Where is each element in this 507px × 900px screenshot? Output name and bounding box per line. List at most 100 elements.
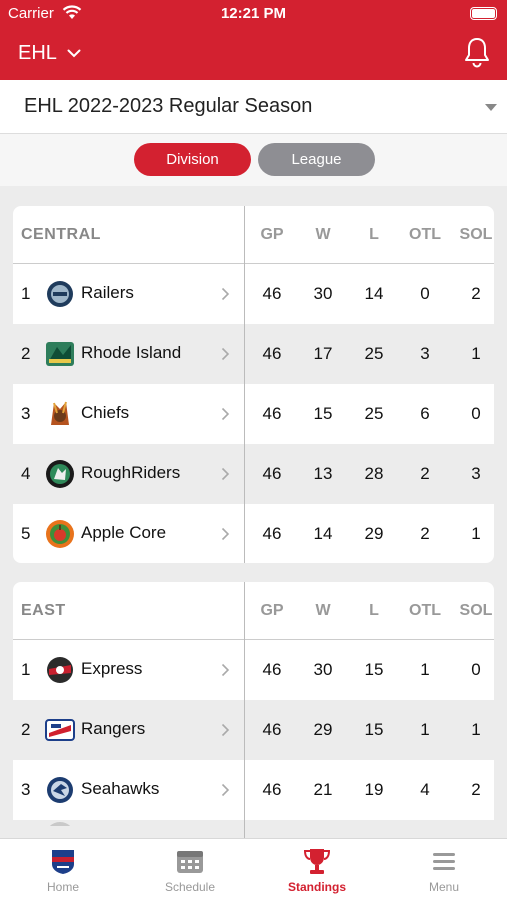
team-rank: 3 [21,780,31,799]
division-header: EAST GP W L OTL SOL [13,582,494,640]
stat-gp: 46 [262,780,282,799]
team-name: Seahawks [81,779,160,798]
column-header-w: W [315,602,331,619]
team-rank: 2 [21,344,31,363]
tab-home[interactable]: Home [0,839,126,900]
team-rank: 3 [21,404,31,423]
stat-l: 15 [364,720,384,739]
stat-gp: 46 [262,660,282,679]
stat-gp: 46 [262,720,282,739]
column-header-sol: SOL [459,226,493,243]
chevron-down-icon [67,49,81,57]
team-name: Railers [81,283,134,302]
tab-schedule[interactable]: Schedule [127,839,253,900]
stat-otl: 2 [420,524,430,543]
battery-icon [470,7,497,20]
chiefs-logo-icon [51,401,69,425]
division-card-east: EAST GP W L OTL SOL 1 Express 46 30 15 1… [13,582,494,852]
team-name: Apple Core [81,523,167,542]
roughriders-logo-icon [46,460,74,488]
division-segment-button[interactable]: Division [134,143,251,176]
railers-logo-icon [47,281,73,307]
league-segment-button[interactable]: League [258,143,375,176]
team-rank: 4 [21,464,31,483]
stat-sol: 1 [471,720,481,739]
stat-l: 14 [364,284,384,303]
stat-l: 29 [364,524,384,543]
chevron-right-icon [221,347,230,361]
chevron-right-icon [221,467,230,481]
league-selector[interactable]: EHL [18,38,81,68]
standings-row[interactable]: 5 Apple Core 46 14 29 2 1 [13,504,494,563]
column-header-gp: GP [260,602,284,619]
stat-otl: 2 [420,464,430,483]
calendar-icon [177,851,203,873]
stat-gp: 46 [262,524,282,543]
chevron-right-icon [221,527,230,541]
stat-otl: 1 [420,660,430,679]
tab-label: Home [46,880,79,894]
stat-sol: 0 [471,404,481,423]
status-bar: Carrier 12:21 PM [0,0,507,28]
stat-sol: 1 [471,524,481,543]
tab-menu[interactable]: Menu [381,839,507,900]
notification-bell-icon[interactable] [463,36,491,68]
stat-w: 30 [313,660,333,679]
stat-sol: 0 [471,660,481,679]
team-name: Express [81,659,143,678]
standings-row[interactable]: 2 Rangers 46 29 15 1 1 [13,700,494,760]
seahawks-logo-icon [47,777,73,803]
team-rank: 5 [21,524,31,543]
stat-l: 25 [364,404,384,423]
app-header: EHL [0,28,507,80]
stat-w: 14 [313,524,333,543]
stat-gp: 46 [262,284,282,303]
stat-l: 25 [364,344,384,363]
team-name: Rangers [81,719,146,738]
stat-w: 13 [313,464,333,483]
division-card-central: CENTRAL GP W L OTL SOL 1 Railers 46 30 1… [13,206,494,563]
column-header-l: L [369,602,379,619]
team-name: Chiefs [81,403,130,422]
column-header-w: W [315,226,331,243]
tab-label: Menu [428,880,460,894]
tab-standings[interactable]: Standings [254,839,380,900]
rhode-island-logo-icon [46,342,74,366]
trophy-icon [303,849,331,874]
stat-otl: 1 [420,720,430,739]
season-selector[interactable]: EHL 2022-2023 Regular Season [0,80,507,134]
rangers-logo-icon [45,719,75,741]
stat-sol: 3 [471,464,481,483]
column-header-otl: OTL [409,602,441,619]
standings-row[interactable]: 4 RoughRiders 46 13 28 2 3 [13,444,494,504]
stat-otl: 4 [420,780,430,799]
standings-row[interactable]: 1 Express 46 30 15 1 0 [13,640,494,700]
standings-row[interactable]: 3 Seahawks 46 21 19 4 2 [13,760,494,820]
team-rank: 1 [21,660,31,679]
column-divider [244,206,245,563]
chevron-right-icon [221,287,230,301]
team-name: RoughRiders [81,463,181,482]
standings-row[interactable]: 1 Railers 46 30 14 0 2 [13,264,494,324]
express-logo-icon [47,657,73,683]
tab-label: Schedule [164,880,216,894]
chevron-right-icon [221,407,230,421]
home-logo-icon [52,850,74,874]
column-header-gp: GP [260,226,284,243]
stat-l: 15 [364,660,384,679]
stat-w: 21 [313,780,333,799]
standings-row[interactable]: 3 Chiefs 46 15 25 6 0 [13,384,494,444]
stat-l: 28 [364,464,384,483]
hamburger-menu-icon [433,853,455,870]
stat-otl: 0 [420,284,430,303]
stat-otl: 3 [420,344,430,363]
division-name: CENTRAL [21,226,101,243]
stat-w: 30 [313,284,333,303]
team-rank: 1 [21,284,31,303]
status-time: 12:21 PM [220,5,287,22]
standings-row[interactable]: 2 Rhode Island 46 17 25 3 1 [13,324,494,384]
chevron-right-icon [221,783,230,797]
stat-sol: 2 [471,780,481,799]
column-header-sol: SOL [459,602,493,619]
stat-gp: 46 [262,464,282,483]
